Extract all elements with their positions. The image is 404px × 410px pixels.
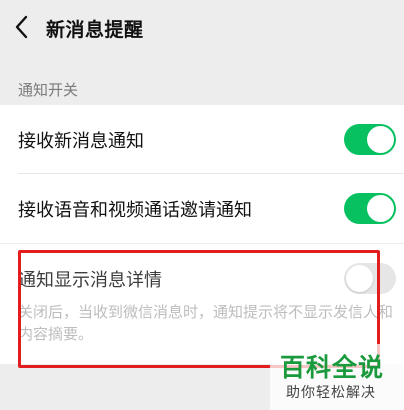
toggle-knob (367, 126, 394, 153)
chevron-left-icon (15, 15, 28, 39)
watermark: 百科全说 助你轻松解决 (270, 344, 404, 410)
setting-row-call-invite[interactable]: 接收语音和视频通话邀请通知 (0, 174, 404, 243)
header-bar: 新消息提醒 (0, 0, 404, 58)
page-title: 新消息提醒 (46, 19, 144, 41)
setting-row-new-message[interactable]: 接收新消息通知 (0, 105, 404, 174)
toggle-knob (346, 265, 373, 292)
toggle-message-detail[interactable] (344, 263, 396, 294)
section-label: 通知开关 (18, 81, 79, 99)
toggle-knob (367, 195, 394, 222)
watermark-main-text: 百科全说 (280, 353, 385, 382)
detail-description: 关闭后，当收到微信消息时，通知提示将不显示发信人和内容摘要。 (18, 303, 394, 343)
toggle-new-message[interactable] (344, 124, 396, 155)
watermark-sub-text: 助你轻松解决 (286, 385, 376, 401)
back-button[interactable] (10, 12, 36, 42)
toggle-call-invite[interactable] (344, 193, 396, 224)
setting-label-new-message: 接收新消息通知 (18, 131, 144, 152)
setting-label-call-invite: 接收语音和视频通话邀请通知 (18, 200, 252, 221)
setting-label-message-detail: 通知显示消息详情 (18, 270, 162, 291)
notification-switch-group: 接收新消息通知 接收语音和视频通话邀请通知 (0, 105, 404, 243)
